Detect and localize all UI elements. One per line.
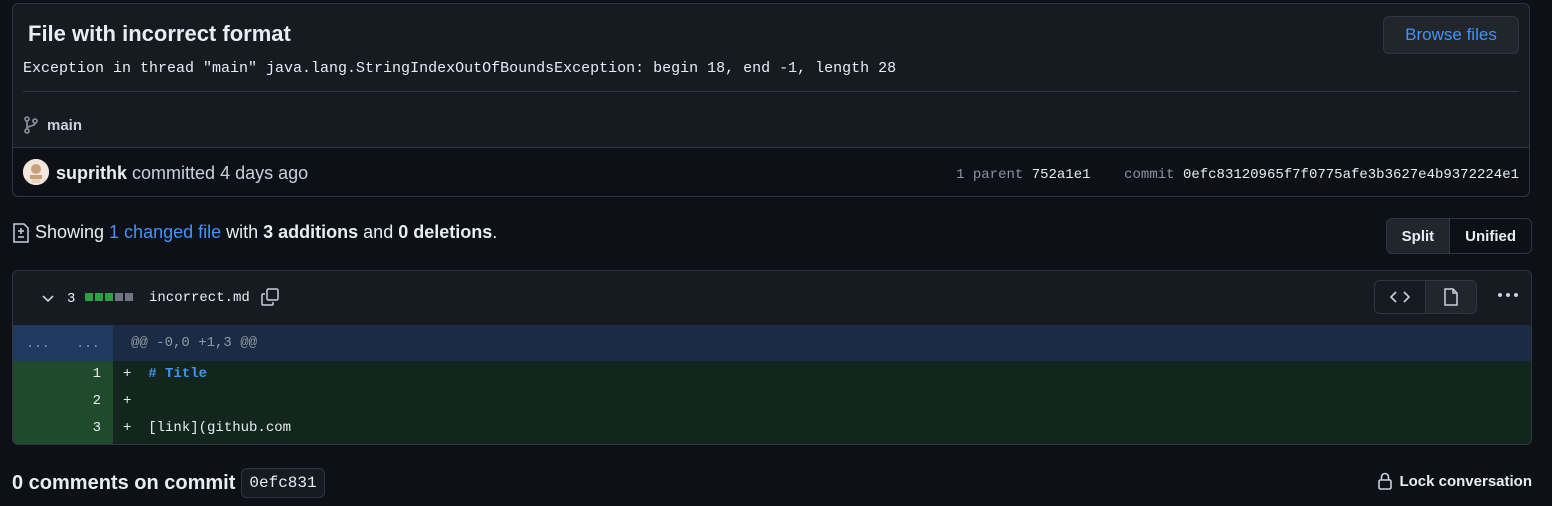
commit-description: Exception in thread "main" java.lang.Str…: [23, 60, 897, 77]
diff-sign: +: [123, 393, 132, 409]
deletions-count: 0 deletions: [398, 222, 493, 242]
code-token: # Title: [148, 366, 208, 382]
hunk-header: ... ... @@ -0,0 +1,3 @@: [13, 325, 1531, 361]
divider: [23, 91, 1519, 92]
file-diff: 3 incorrect.md ... ... @@ -0,0 +1,3 @@ 1…: [12, 270, 1532, 445]
line-code: +: [123, 388, 148, 415]
branch-name: main: [47, 116, 83, 134]
commit-time: 4 days ago: [220, 163, 309, 183]
chevron-down-icon[interactable]: [41, 291, 55, 305]
parent-label: 1 parent: [956, 167, 1024, 183]
changed-files-link[interactable]: 1 changed file: [109, 222, 221, 243]
diffstat-block: [95, 293, 103, 301]
diff-line: 3 + [link](github.com: [13, 415, 1531, 444]
commit-action: committed: [132, 163, 216, 183]
line-number[interactable]: 2: [63, 388, 101, 415]
commit-label: commit: [1124, 167, 1175, 183]
view-rich-button[interactable]: [1426, 281, 1476, 313]
diffstat-block: [85, 293, 93, 301]
file-name-link[interactable]: incorrect.md: [149, 290, 250, 306]
diff-line: 2 +: [13, 388, 1531, 415]
code-rest: [link](github.com: [148, 420, 292, 436]
parent-sha-link[interactable]: 752a1e1: [1032, 167, 1091, 183]
diff-summary: Showing 1 changed file with 3 additions …: [12, 222, 497, 243]
view-source-button[interactable]: [1375, 281, 1426, 313]
diffstat-block: [115, 293, 123, 301]
summary-with: with: [226, 222, 259, 242]
file-diff-icon: [13, 222, 29, 243]
file-header: 3 incorrect.md: [13, 271, 1531, 326]
line-number[interactable]: 1: [63, 361, 101, 388]
line-code: + # Title: [123, 361, 207, 388]
copy-icon[interactable]: [260, 287, 280, 307]
commit-meta-area: suprithk committed 4 days ago 1 parent 7…: [13, 147, 1529, 196]
unified-button[interactable]: Unified: [1450, 219, 1531, 253]
diff-view-toggle: Split Unified: [1385, 218, 1532, 254]
change-count: 3: [67, 291, 76, 307]
author-name[interactable]: suprithk: [56, 163, 127, 183]
code-icon: [1390, 291, 1410, 303]
diffstat-block: [105, 293, 113, 301]
commit-sha: 0efc83120965f7f0775afe3b3627e4b9372224e1: [1182, 167, 1519, 183]
hunk-text: @@ -0,0 +1,3 @@: [131, 335, 258, 351]
comments-heading: 0 comments on commit 0efc831: [12, 468, 325, 498]
kebab-horizontal-icon[interactable]: [1497, 287, 1519, 303]
file-icon: [1444, 288, 1458, 306]
git-branch-icon: [24, 116, 38, 134]
commit-title: File with incorrect format: [28, 21, 291, 46]
hunk-right-ln[interactable]: ...: [63, 325, 113, 361]
lock-conversation-button[interactable]: Lock conversation: [1377, 472, 1532, 490]
commit-box: File with incorrect format Exception in …: [12, 3, 1530, 197]
commit-meta: 1 parent 752a1e1 commit 0efc83120965f7f0…: [956, 167, 1519, 183]
summary-and: and: [363, 222, 394, 242]
lock-label: Lock conversation: [1399, 472, 1532, 490]
short-sha: 0efc831: [241, 468, 325, 498]
split-button[interactable]: Split: [1386, 219, 1451, 253]
lock-icon: [1378, 472, 1393, 490]
avatar[interactable]: [23, 159, 49, 185]
summary-suffix: .: [492, 222, 498, 242]
diff-sign: +: [123, 420, 132, 436]
diffstat-blocks: [85, 293, 133, 301]
author-line: suprithk committed 4 days ago: [56, 163, 308, 184]
hunk-left-ln[interactable]: ...: [13, 325, 63, 361]
branch-link[interactable]: main: [23, 116, 82, 134]
comments-label: 0 comments on commit: [12, 471, 236, 494]
additions-count: 3 additions: [263, 222, 359, 242]
file-view-buttons: [1374, 280, 1477, 314]
line-number[interactable]: 3: [63, 415, 101, 442]
diff-line: 1 + # Title: [13, 361, 1531, 388]
summary-prefix: Showing: [35, 222, 105, 242]
diff-sign: +: [123, 366, 132, 382]
browse-files-button[interactable]: Browse files: [1383, 16, 1519, 54]
diffstat-block: [125, 293, 133, 301]
line-code: + [link](github.com: [123, 415, 291, 442]
